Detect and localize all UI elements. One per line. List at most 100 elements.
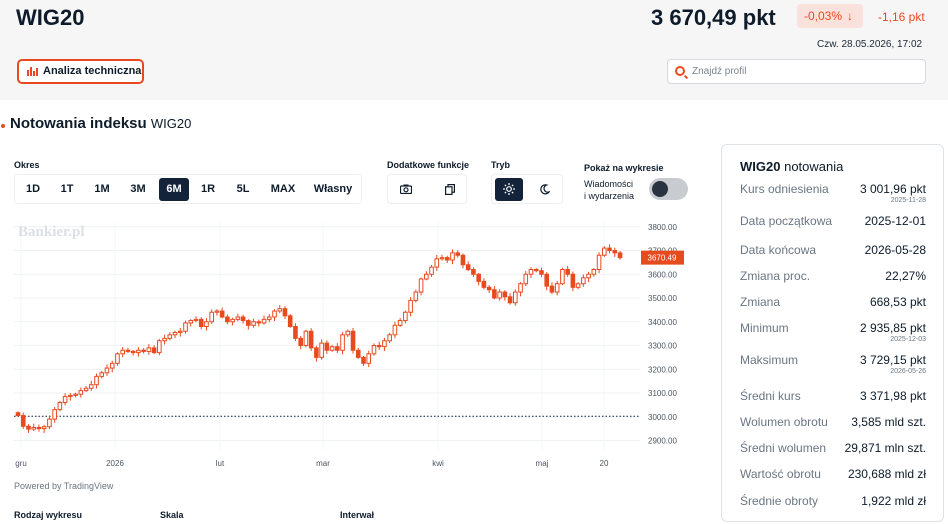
- candle: [361, 356, 366, 364]
- candle: [413, 291, 419, 301]
- stat-label: Wartość obrotu: [740, 467, 821, 481]
- candle: [335, 346, 340, 351]
- candle: [471, 269, 476, 275]
- candle: [408, 299, 413, 313]
- y-tick-label: 3600.00: [648, 270, 677, 279]
- y-tick-label: 3200.00: [648, 365, 677, 374]
- news-events-toggle[interactable]: [649, 178, 688, 200]
- candle: [251, 321, 256, 326]
- stat-label: Maksimum: [740, 353, 799, 367]
- candle: [172, 331, 178, 336]
- candle: [141, 349, 146, 352]
- candle: [581, 277, 586, 285]
- quote-datetime: Czw. 28.05.2026, 17:02: [817, 39, 923, 50]
- stat-label: Średnie obroty: [740, 494, 819, 508]
- sun-icon[interactable]: [495, 178, 523, 201]
- candle: [439, 257, 445, 260]
- x-tick-label: maj: [536, 459, 549, 468]
- period-1r-button[interactable]: 1R: [193, 178, 223, 201]
- search-icon: [675, 66, 685, 76]
- stat-value: 3 001,96 pkt: [859, 182, 926, 196]
- price-chart[interactable]: 3800.003700.003600.003500.003400.003300.…: [0, 214, 700, 476]
- moon-icon[interactable]: [530, 178, 558, 201]
- period-max-button[interactable]: MAX: [264, 178, 302, 201]
- candle: [549, 285, 555, 293]
- analiza-techniczna-button[interactable]: Analiza techniczna: [17, 59, 144, 84]
- arrow-down-icon: ↓: [847, 9, 853, 23]
- candle: [314, 347, 319, 358]
- stat-label: Zmiana: [740, 295, 781, 309]
- section-title-main: Notowania indeksu: [10, 115, 147, 132]
- candle: [424, 273, 429, 280]
- period-1d-button[interactable]: 1D: [18, 178, 48, 201]
- candle: [120, 349, 125, 355]
- current-price: 3 670,49 pkt: [651, 5, 776, 30]
- candle: [355, 349, 361, 358]
- candle: [486, 286, 492, 291]
- section-title-sub: WIG20: [150, 116, 192, 131]
- period-1m-button[interactable]: 1M: [86, 178, 118, 201]
- candle: [392, 324, 398, 336]
- stat-value: 668,53 pkt: [869, 295, 926, 309]
- candle: [209, 311, 214, 323]
- candle: [136, 349, 141, 354]
- candle: [57, 402, 63, 411]
- x-tick-label: lut: [216, 459, 225, 468]
- candle: [225, 316, 230, 323]
- candle: [575, 283, 581, 288]
- candle: [109, 362, 115, 369]
- candle: [476, 273, 481, 282]
- candle: [287, 315, 293, 327]
- x-tick-label: gru: [15, 459, 27, 468]
- stat-date: 2025-12-03: [890, 336, 926, 343]
- y-tick-label: 3300.00: [648, 342, 677, 351]
- y-tick-label: 3000.00: [648, 413, 677, 422]
- candle: [518, 283, 523, 293]
- candle: [403, 311, 408, 322]
- stat-date: 2025-11-28: [890, 197, 926, 204]
- candle: [204, 321, 209, 327]
- camera-icon[interactable]: [392, 178, 420, 201]
- section-title: Notowania indeksu WIG20: [10, 115, 191, 132]
- candle: [188, 320, 194, 324]
- candle: [560, 269, 565, 285]
- period-5l-button[interactable]: 5L: [227, 178, 259, 201]
- stat-label: Średni kurs: [740, 389, 801, 403]
- candle: [94, 375, 99, 386]
- copy-icon[interactable]: [436, 178, 464, 201]
- candle: [565, 269, 570, 275]
- panel-title-ticker: WIG20: [740, 159, 781, 174]
- candle: [539, 270, 544, 275]
- search-input[interactable]: [692, 63, 917, 80]
- candle: [293, 326, 298, 339]
- candle: [350, 330, 356, 351]
- candle: [591, 269, 597, 275]
- candle: [282, 308, 288, 317]
- candle: [554, 283, 560, 293]
- period-6m-button[interactable]: 6M: [159, 178, 189, 201]
- profile-search[interactable]: [667, 59, 926, 84]
- dodatkowe-funkcje-label: Dodatkowe funkcje: [387, 160, 470, 170]
- powered-by-tradingview[interactable]: Powered by TradingView: [14, 481, 113, 491]
- candle: [528, 269, 534, 275]
- period-1t-button[interactable]: 1T: [52, 178, 82, 201]
- okres-label: Okres: [14, 160, 40, 170]
- candle: [219, 310, 225, 318]
- candle: [444, 257, 450, 261]
- candle: [324, 342, 330, 351]
- extra-functions-group: [387, 174, 467, 204]
- candle: [523, 273, 529, 285]
- candle: [230, 318, 235, 323]
- stat-label: Zmiana proc.: [740, 269, 811, 283]
- stat-value: 3 729,15 pkt: [859, 353, 926, 367]
- candle: [157, 340, 162, 354]
- candle: [387, 334, 392, 342]
- candle: [298, 337, 303, 346]
- candle: [513, 291, 518, 304]
- period-custom-button[interactable]: Własny: [307, 178, 359, 201]
- period-3m-button[interactable]: 3M: [122, 178, 154, 201]
- candle: [15, 412, 21, 417]
- analiza-techniczna-label: Analiza techniczna: [43, 65, 142, 77]
- candle: [167, 334, 173, 339]
- candle: [544, 273, 550, 287]
